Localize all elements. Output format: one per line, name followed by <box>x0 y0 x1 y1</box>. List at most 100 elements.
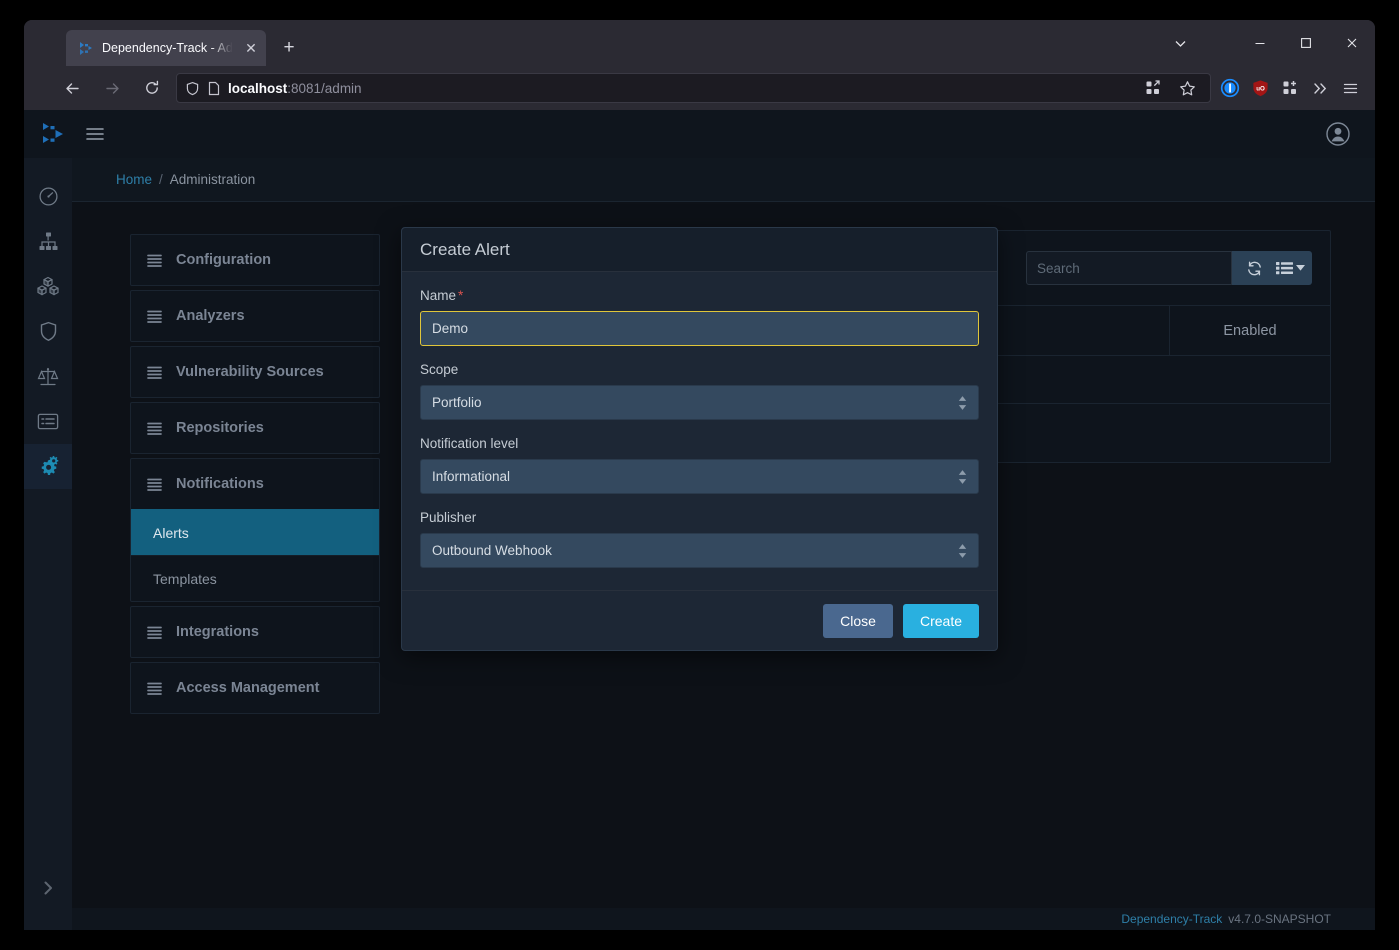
rail-item-licenses[interactable] <box>24 354 72 399</box>
modal-body: Name* Scope Notification level <box>402 272 997 590</box>
close-button[interactable]: Close <box>823 603 893 638</box>
dependency-track-logo-icon[interactable] <box>36 117 70 151</box>
sidebar-item-notifications[interactable]: Notifications <box>131 459 379 509</box>
list-icon <box>147 682 162 695</box>
browser-tab-strip: Dependency-Track - Admi ✕ + <box>24 20 1375 66</box>
nav-group-analyzers: Analyzers <box>130 290 380 342</box>
rail-item-components[interactable] <box>24 264 72 309</box>
svg-text:uO: uO <box>1256 85 1265 92</box>
sidebar-item-label: Templates <box>153 570 217 587</box>
url-host: localhost <box>228 80 288 96</box>
page-icon[interactable] <box>207 81 221 96</box>
sidebar-item-label: Access Management <box>176 680 320 696</box>
browser-tab[interactable]: Dependency-Track - Admi ✕ <box>66 30 266 66</box>
publisher-field-label: Publisher <box>420 510 477 525</box>
sidebar-item-access-management[interactable]: Access Management <box>131 663 379 713</box>
sidebar-item-label: Alerts <box>153 524 189 541</box>
list-icon <box>147 422 162 435</box>
app-footer: Dependency-Track v4.7.0-SNAPSHOT <box>72 908 1375 930</box>
breadcrumb-current: Administration <box>169 172 256 187</box>
sidebar-item-templates[interactable]: Templates <box>131 555 379 601</box>
nav-group-configuration: Configuration <box>130 234 380 286</box>
sidebar-item-integrations[interactable]: Integrations <box>131 607 379 657</box>
maximize-icon[interactable] <box>1283 20 1329 66</box>
footer-version: v4.7.0-SNAPSHOT <box>1228 912 1331 926</box>
name-field-label: Name * <box>420 288 979 303</box>
publisher-select[interactable] <box>420 533 979 568</box>
required-marker: * <box>458 288 464 303</box>
breadcrumb-separator: / <box>159 172 163 187</box>
create-button[interactable]: Create <box>902 603 979 638</box>
list-icon <box>147 366 162 379</box>
overflow-chevrons-icon[interactable] <box>1305 73 1335 103</box>
caret-down-icon <box>1295 265 1305 271</box>
sidebar-item-analyzers[interactable]: Analyzers <box>131 291 379 341</box>
icon-rail <box>24 158 72 930</box>
rail-item-vulnerabilities[interactable] <box>24 309 72 354</box>
sitemap-icon <box>38 231 59 252</box>
scope-select[interactable] <box>420 385 979 420</box>
scope-field-label: Scope <box>420 362 459 377</box>
browser-tab-title: Dependency-Track - Admi <box>102 41 234 55</box>
close-icon[interactable] <box>1329 20 1375 66</box>
chevron-right-icon[interactable] <box>24 868 72 908</box>
scope-select-wrap <box>420 385 979 420</box>
columns-dropdown-button[interactable] <box>1272 251 1308 285</box>
extensions-grid-icon[interactable] <box>1138 73 1168 103</box>
gauge-icon <box>38 186 59 207</box>
modal-header: Create Alert <box>402 228 997 272</box>
nav-group-access-management: Access Management <box>130 662 380 714</box>
hamburger-menu-icon[interactable] <box>76 115 114 153</box>
ublock-origin-icon[interactable]: uO <box>1245 73 1275 103</box>
window-controls <box>1157 20 1375 66</box>
chevron-down-icon[interactable] <box>1157 20 1203 66</box>
rail-item-dashboard[interactable] <box>24 174 72 219</box>
forward-arrow-icon <box>96 72 128 104</box>
bookmark-star-icon[interactable] <box>1172 73 1202 103</box>
back-arrow-icon[interactable] <box>56 72 88 104</box>
list-icon <box>147 310 162 323</box>
breadcrumb: Home / Administration <box>72 158 1375 202</box>
name-label-text: Name <box>420 288 457 303</box>
sidebar-item-label: Integrations <box>176 624 259 640</box>
nav-group-integrations: Integrations <box>130 606 380 658</box>
extensions-puzzle-icon[interactable] <box>1275 73 1305 103</box>
admin-nav: Configuration Analyzers Vulnerability So… <box>130 230 380 908</box>
minimize-icon[interactable] <box>1237 20 1283 66</box>
app-menu-icon[interactable] <box>1335 73 1365 103</box>
sidebar-item-vulnerability-sources[interactable]: Vulnerability Sources <box>131 347 379 397</box>
app-viewport: Home / Administration Configuration Anal… <box>24 110 1375 930</box>
notification-level-select[interactable] <box>420 459 979 494</box>
footer-brand[interactable]: Dependency-Track <box>1121 912 1222 926</box>
breadcrumb-home[interactable]: Home <box>116 172 152 187</box>
nav-group-repositories: Repositories <box>130 402 380 454</box>
sidebar-item-label: Repositories <box>176 420 264 436</box>
notification-level-select-wrap <box>420 459 979 494</box>
browser-nav-bar: localhost:8081/admin uO <box>24 66 1375 110</box>
cubes-icon <box>37 276 59 297</box>
sidebar-item-alerts[interactable]: Alerts <box>131 509 379 555</box>
rail-item-projects[interactable] <box>24 219 72 264</box>
sidebar-item-label: Vulnerability Sources <box>176 364 324 380</box>
search-input[interactable] <box>1026 251 1232 285</box>
scales-icon <box>37 366 59 387</box>
refresh-icon[interactable] <box>1236 251 1272 285</box>
list-icon <box>147 254 162 267</box>
shield-icon[interactable] <box>185 81 200 96</box>
sidebar-item-repositories[interactable]: Repositories <box>131 403 379 453</box>
reload-icon[interactable] <box>136 72 168 104</box>
rail-item-administration[interactable] <box>24 444 72 489</box>
sidebar-item-label: Notifications <box>176 476 264 492</box>
close-icon[interactable]: ✕ <box>242 39 260 57</box>
plus-icon[interactable]: + <box>274 33 304 63</box>
table-header-enabled[interactable]: Enabled <box>1170 306 1330 355</box>
sidebar-item-configuration[interactable]: Configuration <box>131 235 379 285</box>
user-avatar-icon[interactable] <box>1321 117 1355 151</box>
1password-icon[interactable] <box>1215 73 1245 103</box>
url-bar[interactable]: localhost:8081/admin <box>176 73 1211 103</box>
rail-item-policy[interactable] <box>24 399 72 444</box>
name-input[interactable] <box>420 311 979 346</box>
gears-icon <box>37 455 60 478</box>
sidebar-item-label: Analyzers <box>176 308 245 324</box>
list-icon <box>147 626 162 639</box>
